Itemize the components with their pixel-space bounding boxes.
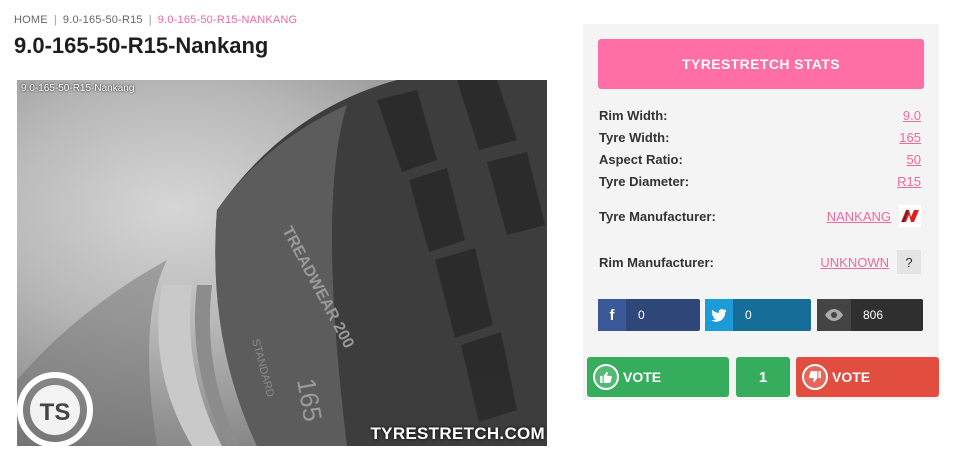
nankang-logo-icon xyxy=(899,205,921,227)
views-count: 806 xyxy=(863,308,884,322)
rim-width-link[interactable]: 9.0 xyxy=(903,108,921,123)
twitter-icon xyxy=(705,299,733,331)
stats-header-button[interactable]: TYRESTRETCH STATS xyxy=(598,39,924,89)
tyre-photo: TREADWEAR 200 STANDARD 165 9.0-165-50-R1… xyxy=(17,80,547,446)
logo-text: TS xyxy=(40,399,71,426)
breadcrumb-home[interactable]: HOME xyxy=(14,14,48,26)
stat-row-tyre-diameter: Tyre Diameter: R15 xyxy=(599,174,921,189)
stat-label: Rim Manufacturer: xyxy=(599,254,714,270)
breadcrumb-separator: | xyxy=(148,14,152,26)
stat-row-tyre-manufacturer: Tyre Manufacturer: NANKANG xyxy=(599,205,921,227)
rim-manufacturer-link[interactable]: UNKNOWN xyxy=(820,255,889,270)
breadcrumb-current: 9.0-165-50-R15-NANKANG xyxy=(157,14,298,26)
twitter-share-button[interactable]: 0 xyxy=(705,299,811,331)
page-title: 9.0-165-50-R15-Nankang xyxy=(14,33,269,58)
facebook-share-button[interactable]: f 0 xyxy=(598,299,700,331)
photo-watermark: TYRESTRETCH.COM xyxy=(370,424,545,443)
stat-label: Tyre Manufacturer: xyxy=(599,208,716,224)
stat-row-aspect-ratio: Aspect Ratio: 50 xyxy=(599,152,921,167)
stat-label: Aspect Ratio: xyxy=(599,152,683,167)
thumbs-down-icon xyxy=(802,364,828,390)
thumbs-up-icon xyxy=(593,364,619,390)
vote-down-button[interactable]: VOTE xyxy=(796,357,939,397)
views-counter: 806 xyxy=(817,299,923,331)
stats-panel: TYRESTRETCH STATS Rim Width: 9.0 Tyre Wi… xyxy=(583,24,939,400)
stat-row-tyre-width: Tyre Width: 165 xyxy=(599,130,921,145)
vote-down-label: VOTE xyxy=(832,369,871,385)
facebook-count: 0 xyxy=(638,308,645,322)
eye-icon xyxy=(817,299,851,331)
breadcrumb-separator: | xyxy=(53,14,57,26)
vote-count: 1 xyxy=(736,357,790,397)
aspect-ratio-link[interactable]: 50 xyxy=(907,152,921,167)
breadcrumb: HOME | 9.0-165-50-R15 | 9.0-165-50-R15-N… xyxy=(14,14,297,26)
photo-caption: 9.0-165-50-R15-Nankang xyxy=(21,83,135,94)
tyre-width-link[interactable]: 165 xyxy=(899,130,921,145)
breadcrumb-parent[interactable]: 9.0-165-50-R15 xyxy=(63,14,143,26)
stat-label: Tyre Width: xyxy=(599,130,670,145)
stat-row-rim-width: Rim Width: 9.0 xyxy=(599,108,921,123)
tyre-diameter-link[interactable]: R15 xyxy=(897,174,921,189)
tyrestretch-logo-icon: TS xyxy=(17,372,93,446)
stat-row-rim-manufacturer: Rim Manufacturer: UNKNOWN ? xyxy=(599,250,921,274)
stat-label: Tyre Diameter: xyxy=(599,174,690,189)
vote-up-button[interactable]: VOTE xyxy=(587,357,729,397)
facebook-icon: f xyxy=(598,299,626,331)
tyre-manufacturer-link[interactable]: NANKANG xyxy=(827,209,891,224)
vote-up-label: VOTE xyxy=(623,369,662,385)
stat-label: Rim Width: xyxy=(599,108,668,123)
unknown-rim-badge: ? xyxy=(897,250,921,274)
twitter-count: 0 xyxy=(745,308,752,322)
